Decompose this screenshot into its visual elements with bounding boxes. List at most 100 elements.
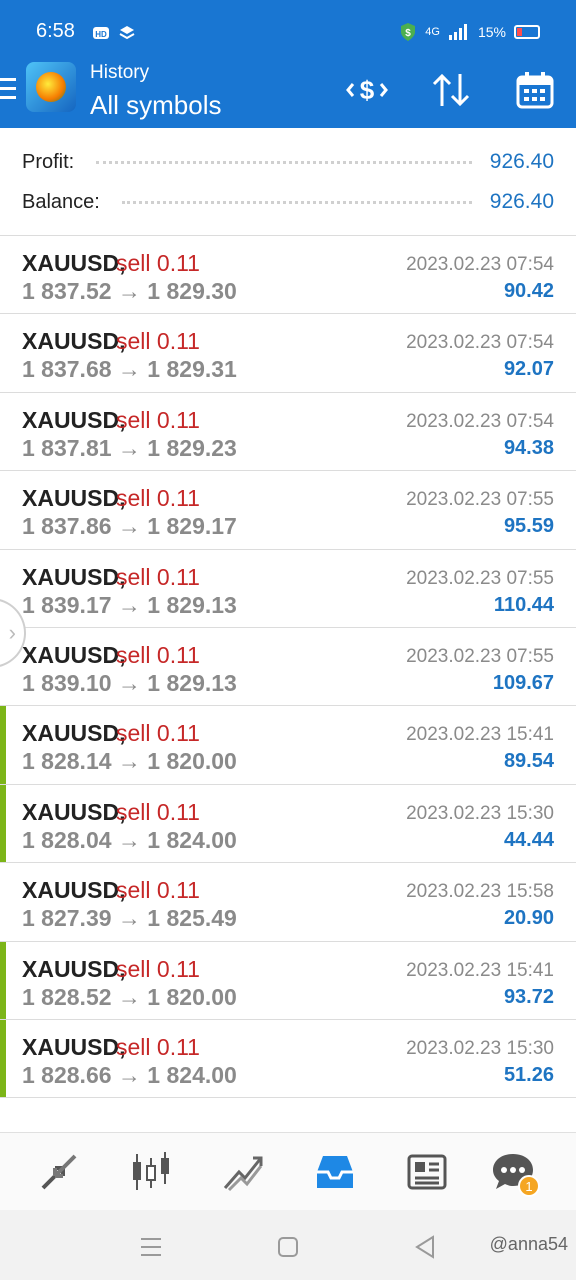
deal-prices: 1 837.86 → 1 829.17 xyxy=(22,513,237,540)
status-bar: 6:58 HD $ 4G 15% xyxy=(0,0,576,64)
deal-symbol: XAUUSD, xyxy=(22,485,126,512)
calendar-icon xyxy=(516,72,554,109)
deal-side: sell 0.11 xyxy=(116,1033,200,1060)
deal-side: sell 0.11 xyxy=(116,406,200,433)
deal-side: sell 0.11 xyxy=(116,955,200,982)
nav-chart[interactable] xyxy=(126,1147,176,1197)
deal-symbol: XAUUSD, xyxy=(22,250,126,276)
sort-button[interactable] xyxy=(428,68,474,112)
deal-prices: 1 839.10 → 1 829.13 xyxy=(22,669,237,696)
recent-apps-button[interactable] xyxy=(136,1232,166,1262)
chat-badge: 1 xyxy=(518,1175,540,1197)
square-icon xyxy=(278,1237,298,1257)
sort-arrows-icon xyxy=(432,73,470,107)
deal-symbol: XAUUSD, xyxy=(22,955,126,982)
deal-row[interactable]: XAUUSD, sell 0.11 1 828.14 → 1 820.00 20… xyxy=(0,706,576,785)
deal-symbol: XAUUSD, xyxy=(22,563,126,590)
deal-row[interactable]: XAUUSD, sell 0.11 1 828.04 → 1 824.00 20… xyxy=(0,784,576,864)
deal-symbol: XAUUSD, xyxy=(22,328,126,355)
deal-datetime: 2023.02.23 07:55 xyxy=(406,489,554,511)
home-button[interactable] xyxy=(273,1232,303,1262)
balance-value: 926.40 xyxy=(489,190,554,213)
bottom-navigation: 1 xyxy=(0,1132,576,1210)
deal-profit: 94.38 xyxy=(503,436,554,459)
deal-profit: 89.54 xyxy=(503,750,554,773)
deal-prices: 1 828.04 → 1 824.00 xyxy=(22,826,237,853)
chevron-right-icon: › xyxy=(8,620,16,645)
deal-profit: 109.67 xyxy=(492,671,554,694)
account-summary: Profit: 926.40 Balance: 926.40 xyxy=(0,128,576,236)
deal-row[interactable]: XAUUSD, sell 0.11 1 839.17 → 1 829.13 20… xyxy=(0,550,576,628)
balance-row: Balance: 926.40 xyxy=(22,182,554,222)
deal-profit: 95.59 xyxy=(503,515,554,538)
deal-side: sell 0.11 xyxy=(116,798,200,825)
deal-prices: 1 828.52 → 1 820.00 xyxy=(22,983,237,1010)
network-type: 4G xyxy=(425,26,440,38)
status-right: $ 4G 15% xyxy=(399,22,540,42)
status-time: 6:58 xyxy=(36,20,75,42)
quotes-icon xyxy=(41,1154,77,1190)
back-button[interactable] xyxy=(410,1232,440,1262)
dollar-exchange-icon: $ xyxy=(346,75,388,105)
deal-prices: 1 827.39 → 1 825.49 xyxy=(22,905,237,932)
deal-datetime: 2023.02.23 15:58 xyxy=(406,881,554,903)
watermark: @anna54 xyxy=(489,1234,568,1254)
deal-row[interactable]: XAUUSD, sell 0.11 1 827.39 → 1 825.49 20… xyxy=(0,863,576,942)
svg-text:$: $ xyxy=(360,75,375,105)
deal-prices: 1 837.52 → 1 829.30 xyxy=(22,278,237,304)
deal-row[interactable]: XAUUSD, sell 0.11 1 837.86 → 1 829.17 20… xyxy=(0,471,576,550)
nav-quotes[interactable] xyxy=(34,1147,84,1197)
back-triangle-icon xyxy=(415,1235,434,1259)
deal-profit: 51.26 xyxy=(503,1063,554,1086)
chart-icon xyxy=(133,1152,169,1190)
signal-icon xyxy=(448,24,467,40)
nav-news[interactable] xyxy=(402,1147,452,1197)
profit-label: Profit: xyxy=(22,150,75,173)
balance-label: Balance: xyxy=(22,190,100,213)
deal-datetime: 2023.02.23 07:54 xyxy=(406,332,554,354)
deal-row[interactable]: XAUUSD, sell 0.11 1 828.52 → 1 820.00 20… xyxy=(0,941,576,1020)
deal-symbol: XAUUSD, xyxy=(22,1033,126,1060)
deal-profit: 110.44 xyxy=(493,593,554,616)
deal-row[interactable]: XAUUSD, sell 0.11 1 837.81 → 1 829.23 20… xyxy=(0,393,576,472)
calendar-button[interactable] xyxy=(512,68,558,112)
deal-side: sell 0.11 xyxy=(116,250,200,276)
deal-prices: 1 837.81 → 1 829.23 xyxy=(22,434,237,461)
battery-icon xyxy=(514,25,540,39)
deal-side: sell 0.11 xyxy=(116,485,200,512)
deal-symbol: XAUUSD, xyxy=(22,406,126,433)
deal-prices: 1 828.66 → 1 824.00 xyxy=(22,1061,237,1088)
app-logo xyxy=(26,62,76,112)
deal-profit: 93.72 xyxy=(503,985,554,1008)
deals-list: XAUUSD, sell 0.11 1 837.52 → 1 829.30 20… xyxy=(0,236,576,1099)
trade-icon xyxy=(223,1156,263,1192)
leader-dots xyxy=(96,160,472,164)
deal-row[interactable]: XAUUSD, sell 0.11 1 837.52 → 1 829.30 20… xyxy=(0,236,576,315)
hd-icon: HD xyxy=(93,27,109,39)
battery-percent: 15% xyxy=(477,24,506,40)
deal-datetime: 2023.02.23 07:55 xyxy=(406,645,554,667)
deal-row[interactable]: XAUUSD, sell 0.11 1 837.68 → 1 829.31 20… xyxy=(0,314,576,393)
deal-datetime: 2023.02.23 15:41 xyxy=(406,959,554,981)
nav-history[interactable] xyxy=(310,1147,360,1197)
leader-dots xyxy=(121,200,472,204)
deal-datetime: 2023.02.23 15:41 xyxy=(406,724,554,746)
svg-text:HD: HD xyxy=(95,30,107,39)
deal-datetime: 2023.02.23 07:55 xyxy=(406,567,554,589)
deal-prices: 1 837.68 → 1 829.31 xyxy=(22,356,237,383)
nav-trade[interactable] xyxy=(218,1147,268,1197)
svg-text:$: $ xyxy=(406,28,412,39)
menu-icon[interactable] xyxy=(0,78,16,102)
deal-profit: 20.90 xyxy=(503,907,554,930)
deal-side: sell 0.11 xyxy=(116,563,200,590)
deal-side: sell 0.11 xyxy=(116,641,200,668)
page-title[interactable]: All symbols xyxy=(90,90,221,121)
deal-row[interactable]: XAUUSD, sell 0.11 1 839.10 → 1 829.13 20… xyxy=(0,628,576,707)
deposit-withdraw-button[interactable]: $ xyxy=(344,68,390,112)
deal-row[interactable]: XAUUSD, sell 0.11 1 828.66 → 1 824.00 20… xyxy=(0,1019,576,1099)
deal-side: sell 0.11 xyxy=(116,328,200,355)
deal-datetime: 2023.02.23 07:54 xyxy=(406,410,554,432)
news-icon xyxy=(407,1154,447,1190)
nav-chat[interactable]: 1 xyxy=(488,1147,540,1197)
deal-datetime: 2023.02.23 15:30 xyxy=(406,1037,554,1059)
